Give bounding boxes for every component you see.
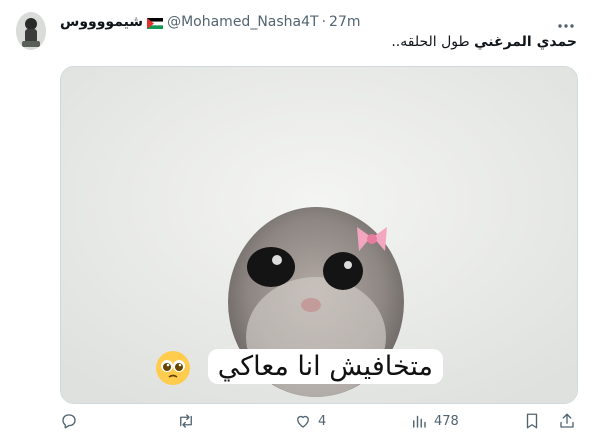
tweet-text-bold: حمدي المرغني — [474, 34, 577, 50]
like-button[interactable]: 4 — [294, 412, 326, 430]
user-handle[interactable]: @Mohamed_Nasha4T — [167, 14, 319, 30]
like-count: 4 — [318, 413, 327, 429]
bookmark-icon — [524, 412, 540, 430]
retweet-icon — [176, 412, 196, 430]
palestine-flag-icon — [147, 17, 164, 29]
more-icon[interactable] — [557, 14, 575, 33]
views-count: 478 — [434, 413, 459, 429]
share-button[interactable] — [558, 412, 576, 430]
timestamp[interactable]: 27m — [329, 14, 360, 30]
heart-icon — [294, 412, 312, 430]
bookmark-button[interactable] — [524, 412, 540, 430]
retweet-button[interactable] — [176, 412, 202, 430]
pleading-face-icon — [155, 350, 191, 386]
separator-dot: · — [321, 14, 327, 30]
avatar[interactable] — [16, 12, 46, 50]
display-name[interactable]: شيمووووس — [60, 14, 143, 30]
views-icon — [410, 412, 428, 430]
reply-button[interactable] — [60, 412, 84, 430]
tweet-text: حمدي المرغني طول الحلقه.. — [391, 34, 577, 50]
tweet-media-image[interactable]: متخافيش انا معاكي — [60, 66, 578, 404]
views-button[interactable]: 478 — [410, 412, 459, 430]
reply-icon — [60, 412, 78, 430]
share-icon — [558, 412, 576, 430]
tweet-header: شيمووووس @Mohamed_Nasha4T · 27m — [60, 12, 575, 32]
tweet-actions: 4 478 — [60, 412, 580, 436]
tweet-text-rest: طول الحلقه.. — [391, 34, 475, 50]
image-caption: متخافيش انا معاكي — [207, 349, 443, 384]
